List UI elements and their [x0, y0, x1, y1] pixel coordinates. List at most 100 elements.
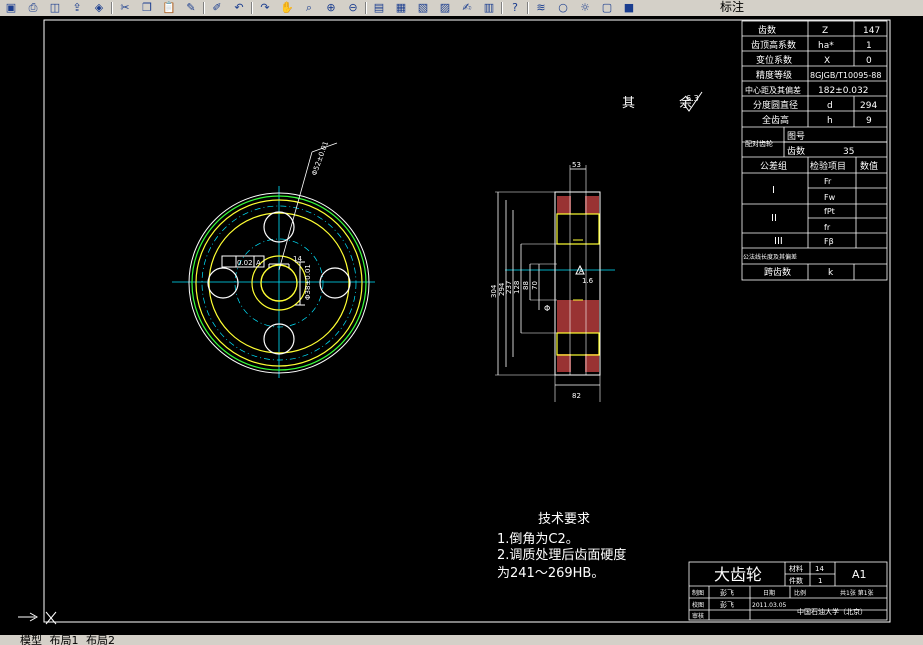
section-roughness: 1.6 [582, 277, 594, 285]
param-symbol-1: ha* [818, 41, 834, 51]
layout-tab-bar: 模型 布局1 布局2 [0, 635, 923, 645]
datum-label: A [256, 259, 261, 267]
zoom-previous-icon[interactable]: ⊖ [346, 1, 360, 14]
save-icon[interactable]: ▣ [4, 1, 18, 14]
cut-icon[interactable]: ✂ [118, 1, 132, 14]
toolbar-separator [203, 2, 205, 14]
tol-group-1: II [771, 213, 777, 224]
mating-teeth: 齿数 [787, 145, 805, 157]
param-symbol-2: X [824, 56, 830, 66]
date-label: 日期 [763, 589, 775, 597]
tab-model[interactable]: 模型 [20, 635, 42, 645]
help-icon[interactable]: ? [508, 1, 522, 14]
bore-dim: Φ38±0.01 [304, 264, 312, 300]
section-dim-5: 88 [522, 281, 530, 290]
section-dim-4: 128 [513, 281, 521, 294]
copy-icon[interactable]: ❐ [140, 1, 154, 14]
param-value-0: 147 [863, 26, 880, 36]
toolbar-separator [501, 2, 503, 14]
tool-palettes-icon[interactable]: ▧ [416, 1, 430, 14]
checked-label: 校图 [692, 601, 704, 609]
quantity-label: 件数 [789, 576, 803, 585]
drawn-label: 制图 [692, 589, 704, 597]
section-dim-1: 304 [490, 284, 498, 298]
section-datum: A [579, 267, 584, 275]
mating-teeth-value: 35 [843, 147, 854, 157]
tol-group-0: I [772, 185, 775, 196]
drawing-canvas[interactable]: 其 余 6.3 Φ52±0.01 0.02 A 14 Φ38±0.01 53 8… [0, 16, 923, 635]
flatness-value: 0.02 [237, 259, 253, 267]
tab-layout2[interactable]: 布局2 [86, 635, 115, 645]
param-symbol-0: Z [822, 26, 828, 36]
tech-line-2: 2.调质处理后齿面硬度 [497, 547, 626, 563]
normal-length-label: 公法线长度及其偏差 [743, 253, 797, 261]
toolbar-separator [251, 2, 253, 14]
param-name-5: 分度圆直径 [753, 99, 798, 111]
lightbulb-icon[interactable]: ○ [556, 1, 570, 14]
param-value-6: 9 [866, 116, 872, 126]
span-label: 跨齿数 [764, 266, 791, 278]
design-center-icon[interactable]: ▦ [394, 1, 408, 14]
tab-layout1[interactable]: 布局1 [50, 635, 79, 645]
param-value-2: 0 [866, 56, 872, 66]
quantity-value: 1 [818, 577, 822, 585]
sheets-label: 共1张 第1张 [840, 589, 874, 597]
redo-icon[interactable]: ↷ [258, 1, 272, 14]
section-phi-mark: Φ [544, 304, 550, 313]
zoom-window-icon[interactable]: ⊕ [324, 1, 338, 14]
sun-icon[interactable]: ☼ [578, 1, 592, 14]
publish-icon[interactable]: ⇪ [70, 1, 84, 14]
current-layer-label[interactable]: 标注 [720, 0, 744, 15]
tol-header-1: 检验项目 [810, 160, 846, 172]
match-properties-icon[interactable]: ✎ [184, 1, 198, 14]
paste-icon[interactable]: 📋 [162, 1, 176, 14]
span-symbol: k [828, 268, 834, 278]
checked-name: 彭飞 [720, 600, 734, 609]
layer-properties-icon[interactable]: ≋ [534, 1, 548, 14]
section-top-dim: 53 [572, 161, 581, 169]
block-editor-icon[interactable]: ✐ [210, 1, 224, 14]
standard-toolbar: ▣ ⎙ ◫ ⇪ ◈ ✂ ❐ 📋 ✎ ✐ ↶ ↷ ✋ ⌕ ⊕ ⊖ ▤ ▦ ▧ ▨ ✍ ▥? ≋ ○ ☼ ▢ ■ 标注 [0, 0, 923, 17]
zoom-realtime-icon[interactable]: ⌕ [302, 1, 316, 14]
calculator-icon[interactable]: ▥ [482, 1, 496, 14]
tol-group-2: III [774, 236, 783, 247]
sheet-set-icon[interactable]: ▨ [438, 1, 452, 14]
tol-item-2-0: Fβ [824, 237, 834, 246]
param-name-4: 中心距及其偏差 [745, 85, 801, 95]
tol-header-0: 公差组 [760, 160, 787, 172]
param-symbol-6: h [827, 116, 833, 126]
drawn-name: 彭飞 [720, 588, 734, 597]
print-icon[interactable]: ⎙ [26, 1, 40, 14]
print-preview-icon[interactable]: ◫ [48, 1, 62, 14]
tol-item-0-1: Fw [824, 193, 836, 202]
section-bottom-dim: 82 [572, 392, 581, 400]
tech-line-3: 为241～269HB。 [497, 566, 604, 581]
param-name-3: 精度等级 [756, 69, 792, 81]
mating-drawing-no: 图号 [787, 131, 805, 142]
date-value: 2011.03.05 [752, 602, 787, 609]
properties-icon[interactable]: ▤ [372, 1, 386, 14]
pan-icon[interactable]: ✋ [280, 1, 294, 14]
color-swatch-icon[interactable]: ■ [622, 1, 636, 14]
param-symbol-5: d [827, 101, 833, 111]
mating-gear-label: 配对齿轮 [745, 139, 773, 148]
markup-icon[interactable]: ✍ [460, 1, 474, 14]
param-value-5: 294 [860, 101, 877, 111]
tol-header-2: 数值 [860, 160, 878, 172]
part-name: 大齿轮 [714, 565, 762, 584]
section-dim-6: 70 [531, 281, 539, 290]
material-value: 14 [815, 565, 824, 573]
param-symbol-4: 182±0.032 [818, 86, 868, 96]
roughness-value: 6.3 [686, 94, 699, 103]
param-name-0: 齿数 [758, 24, 776, 36]
param-name-1: 齿顶高系数 [751, 39, 796, 51]
keyway-width: 14 [293, 255, 302, 263]
layer-lock-icon[interactable]: ▢ [600, 1, 614, 14]
material-label: 材料 [789, 564, 803, 573]
undo-icon[interactable]: ↶ [232, 1, 246, 14]
param-name-6: 全齿高 [762, 114, 789, 126]
approved-label: 审核 [692, 612, 704, 620]
param-value-1: 1 [866, 41, 872, 51]
school-name: 中国石油大学（北京） [797, 607, 867, 616]
plot-icon[interactable]: ◈ [92, 1, 106, 14]
